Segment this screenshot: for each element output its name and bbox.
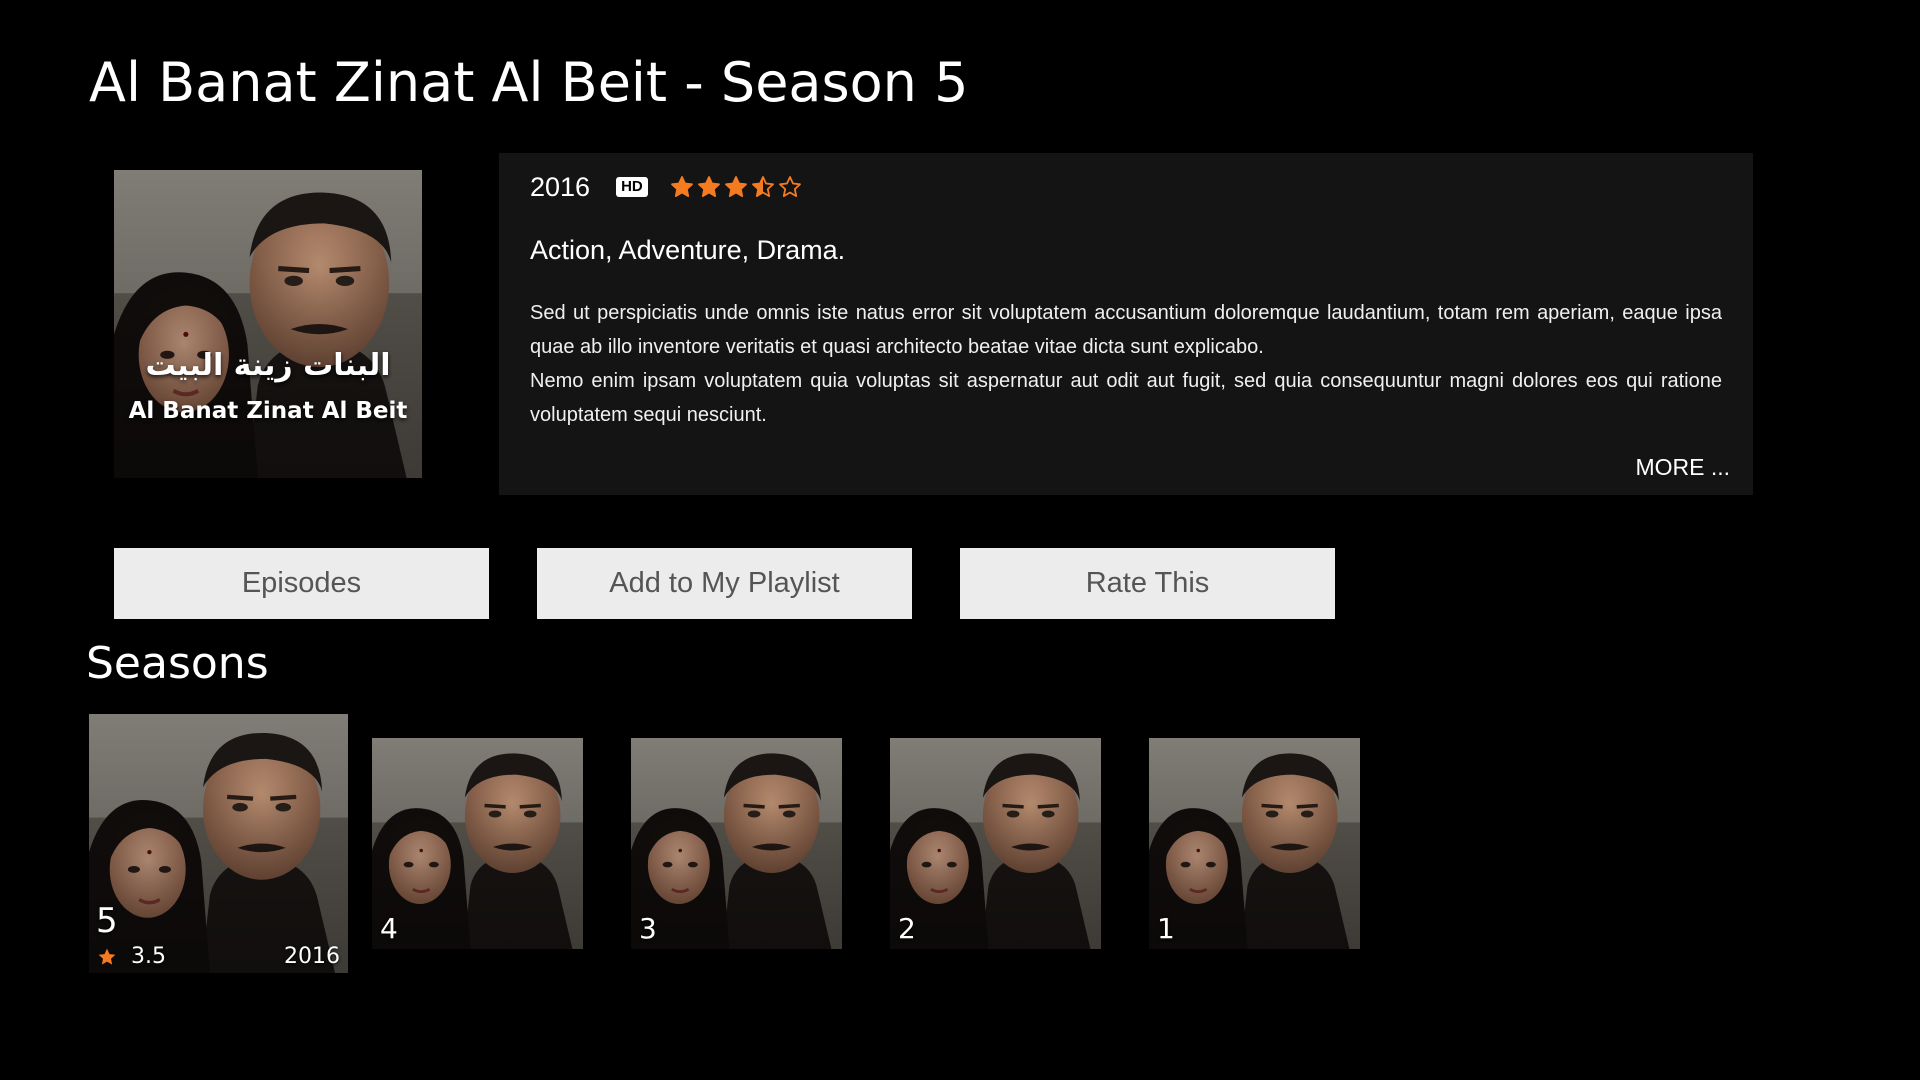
- add-to-playlist-button[interactable]: Add to My Playlist: [537, 548, 912, 619]
- description-paragraph-1: Sed ut perspiciatis unde omnis iste natu…: [530, 302, 1722, 358]
- poster-image: البنات زينة البيت Al Banat Zinat Al Beit: [114, 170, 422, 478]
- more-link[interactable]: MORE ...: [1635, 454, 1730, 481]
- description-paragraph-2: Nemo enim ipsam voluptatem quia voluptas…: [530, 370, 1722, 426]
- season-thumbnail: [372, 738, 583, 949]
- season-card-5[interactable]: 5 3.5 2016: [89, 714, 348, 973]
- season-card-3[interactable]: 3: [631, 738, 842, 949]
- meta-row: 2016 HD: [530, 171, 802, 203]
- release-year: 2016: [530, 171, 591, 202]
- season-year: 2016: [284, 944, 340, 969]
- poster-english-title: Al Banat Zinat Al Beit: [128, 398, 408, 424]
- rate-this-button[interactable]: Rate This: [960, 548, 1335, 619]
- poster-artwork: [114, 170, 422, 478]
- poster-arabic-title: البنات زينة البيت: [145, 348, 391, 383]
- season-meta: 3.5 2016: [97, 944, 340, 969]
- season-number: 3: [639, 912, 657, 945]
- star-full-icon: [697, 176, 720, 197]
- season-thumbnail: [890, 738, 1101, 949]
- season-thumbnail: [631, 738, 842, 949]
- season-number: 2: [898, 912, 916, 945]
- page-title: Al Banat Zinat Al Beit - Season 5: [89, 51, 969, 114]
- description: Sed ut perspiciatis unde omnis iste natu…: [530, 296, 1722, 432]
- season-card-2[interactable]: 2: [890, 738, 1101, 949]
- season-card-1[interactable]: 1: [1149, 738, 1360, 949]
- seasons-heading: Seasons: [86, 638, 269, 689]
- season-number: 1: [1157, 912, 1175, 945]
- episodes-button[interactable]: Episodes: [114, 548, 489, 619]
- star-full-icon: [670, 176, 693, 197]
- rating-stars: [670, 175, 802, 199]
- hd-badge: HD: [616, 177, 648, 197]
- season-card-4[interactable]: 4: [372, 738, 583, 949]
- genres: Action, Adventure, Drama.: [530, 235, 846, 265]
- season-number: 5: [96, 901, 118, 941]
- star-icon: [98, 948, 116, 965]
- season-thumbnail: [1149, 738, 1360, 949]
- season-rating: 3.5: [131, 944, 166, 969]
- season-thumbnail: [89, 714, 348, 973]
- info-panel: 2016 HD Action, Adventure, Drama. Sed ut…: [499, 153, 1753, 495]
- season-number: 4: [380, 912, 398, 945]
- star-full-icon: [724, 176, 747, 197]
- star-half-icon: [751, 176, 774, 197]
- star-empty-icon: [778, 176, 801, 197]
